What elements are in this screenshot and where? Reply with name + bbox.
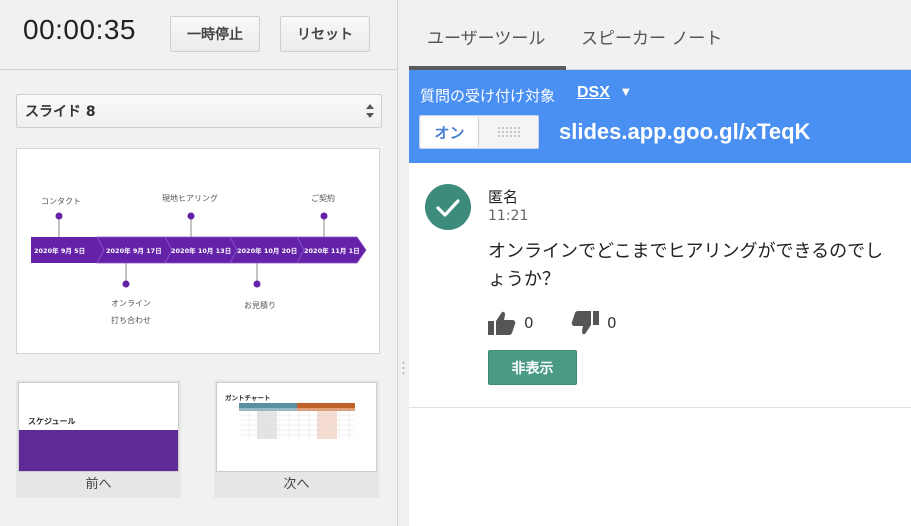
pause-button[interactable]: 一時停止 [170, 16, 260, 52]
timeline-slide: コンタクト 現地ヒアリング ご契約 オンライン 打ち合わせ お見積り 2020年… [31, 193, 367, 325]
hide-question-button[interactable]: 非表示 [488, 350, 577, 385]
qa-label: 質問の受け付け対象 [420, 87, 556, 105]
timeline-bottom-label: 打ち合わせ [111, 315, 151, 325]
timeline-top-label: ご契約 [311, 193, 335, 203]
previous-slide-button[interactable]: スケジュール 前へ [16, 380, 181, 498]
gantt-chart-preview [239, 403, 355, 439]
panel-resize-handle[interactable] [397, 0, 409, 526]
reset-button[interactable]: リセット [280, 16, 370, 52]
qa-target-link[interactable]: DSX [577, 84, 610, 102]
elapsed-timer: 00:00:35 [23, 14, 136, 45]
avatar [425, 184, 471, 230]
dislike-count: 0 [607, 314, 617, 332]
slide-select-value: スライド 8 [25, 104, 96, 120]
thumbs-down-icon[interactable] [570, 310, 600, 336]
previous-slide-thumbnail[interactable]: スケジュール [18, 382, 179, 472]
prev-slide-title: スケジュール [28, 417, 76, 426]
next-slide-thumbnail[interactable]: ガントチャート [216, 382, 377, 472]
toggle-on-label[interactable]: オン [421, 117, 479, 147]
timeline-bottom-label: お見積り [244, 300, 276, 310]
timeline-bottom-label: オンライン [111, 299, 151, 308]
question-author: 匿名 [488, 188, 519, 206]
previous-label: 前へ [85, 477, 112, 492]
presenter-right-panel: ユーザーツール スピーカー ノート 質問の受け付け対象 DSX ▼ オン sli… [409, 0, 911, 526]
toggle-grip-icon [498, 127, 520, 137]
question-text: オンラインでどこまでヒアリングができるのでしょうか？ [488, 241, 884, 290]
timeline-date: 2020年 9月 17日 [106, 246, 162, 255]
select-updown-icon [366, 104, 374, 118]
tab-user-tools[interactable]: ユーザーツール [427, 24, 545, 49]
grip-dots-icon [402, 362, 405, 374]
tab-speaker-notes[interactable]: スピーカー ノート [581, 24, 722, 49]
caret-down-icon[interactable]: ▼ [622, 87, 630, 98]
tab-bar: ユーザーツール スピーカー ノート [409, 0, 911, 70]
question-time: 11:21 [488, 208, 529, 224]
timeline-top-label: 現地ヒアリング [162, 193, 218, 203]
prev-slide-block [19, 430, 178, 471]
qa-header: 質問の受け付け対象 DSX ▼ オン slides.app.goo.gl/xTe… [409, 70, 911, 163]
next-slide-title: ガントチャート [225, 394, 271, 402]
qa-url: slides.app.goo.gl/xTeqK [559, 119, 811, 144]
timer-bar: 00:00:35 一時停止 リセット [0, 0, 397, 70]
checkmark-icon [436, 199, 460, 217]
slide-select[interactable]: スライド 8 [16, 94, 382, 128]
next-label: 次へ [283, 477, 310, 492]
timeline-date: 2020年 11月 1日 [304, 246, 360, 255]
next-slide-button[interactable]: ガントチャート 次へ [214, 380, 379, 498]
qa-toggle[interactable]: オン [419, 115, 539, 149]
timeline-top-label: コンタクト [41, 197, 81, 206]
question-card: 匿名 11:21 オンラインでどこまでヒアリングができるのでしょうか？ 0 0 … [409, 163, 911, 408]
current-slide-preview: コンタクト 現地ヒアリング ご契約 オンライン 打ち合わせ お見積り 2020年… [16, 148, 380, 354]
timeline-date: 2020年 10月 20日 [237, 246, 297, 255]
like-count: 0 [524, 314, 534, 332]
timeline-date: 2020年 9月 5日 [34, 246, 85, 255]
timeline-date: 2020年 10月 13日 [171, 246, 231, 255]
presenter-left-panel: 00:00:35 一時停止 リセット スライド 8 コンタクト 現地ヒアリング … [0, 0, 397, 526]
thumbs-up-icon[interactable] [487, 310, 517, 336]
